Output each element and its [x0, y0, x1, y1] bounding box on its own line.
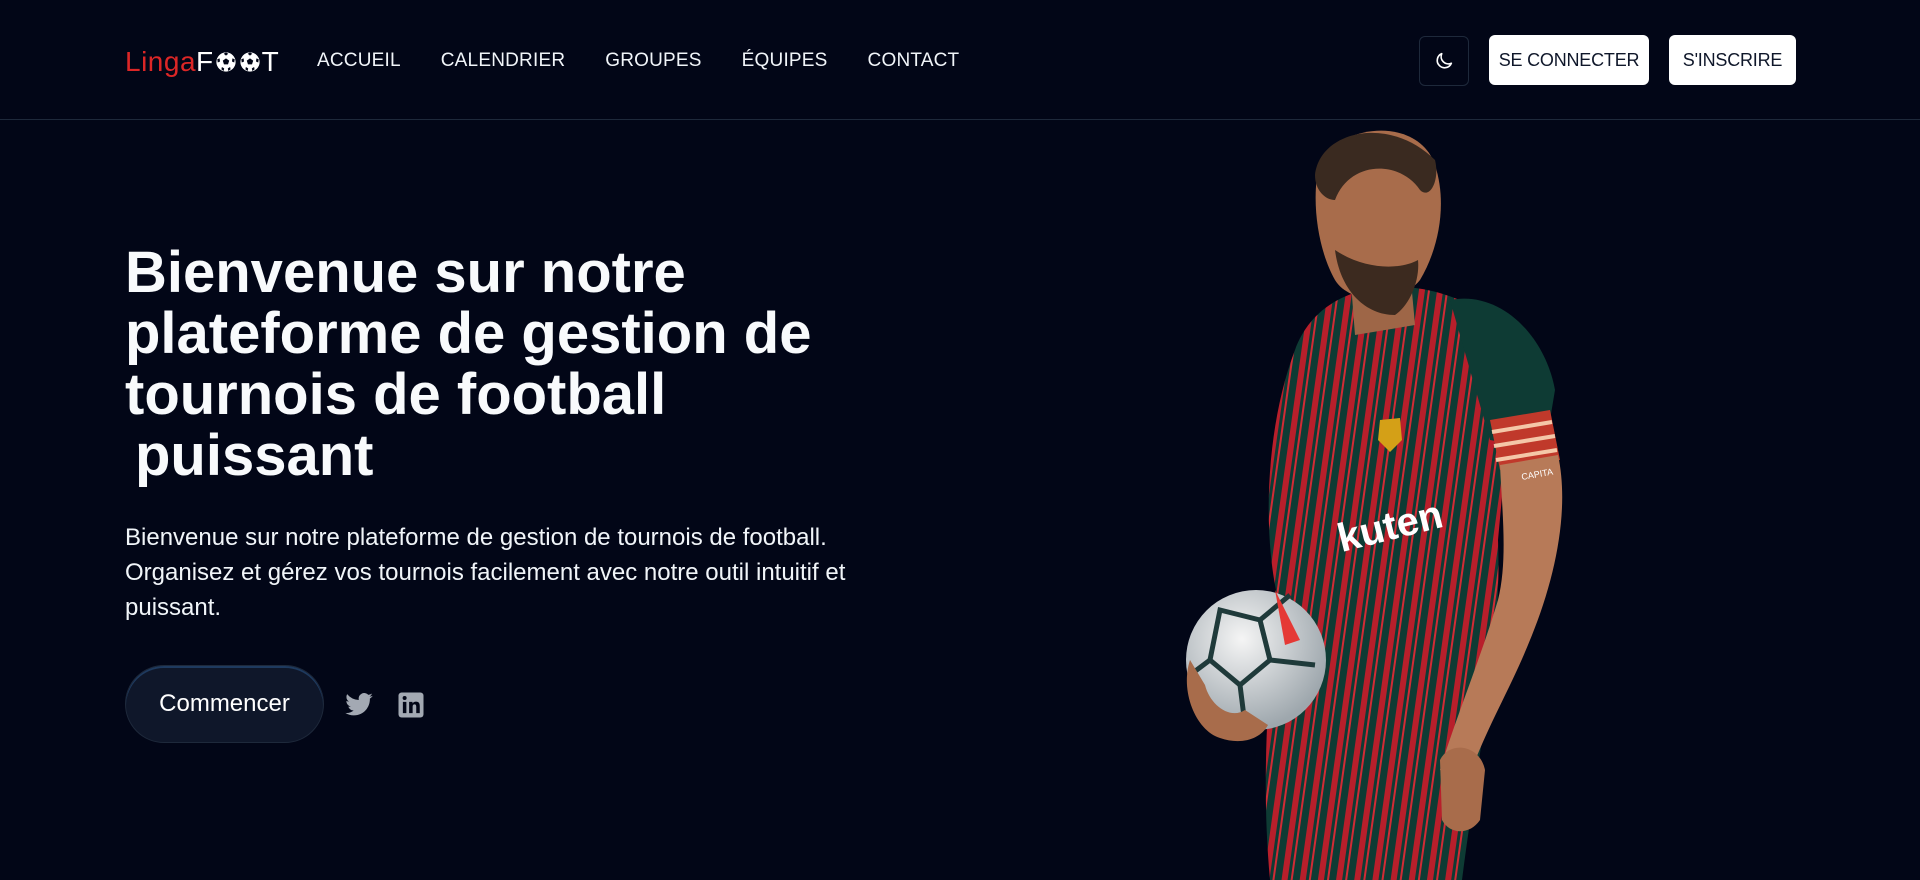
hero-description: Bienvenue sur notre plateforme de gestio… [125, 524, 846, 621]
theme-toggle-button[interactable] [1419, 36, 1469, 86]
nav-contact[interactable]: CONTACT [868, 49, 960, 73]
soccer-ball-icon [240, 52, 260, 72]
hero-title-line: puissant [135, 423, 374, 488]
hero-title-line: tournois de football [125, 362, 667, 427]
get-started-button[interactable]: Commencer [125, 665, 324, 743]
twitter-icon[interactable] [344, 690, 374, 720]
nav-calendrier[interactable]: CALENDRIER [441, 49, 565, 73]
nav-equipes[interactable]: ÉQUIPES [742, 49, 828, 73]
nav-accueil[interactable]: ACCUEIL [317, 49, 401, 73]
nav-groupes[interactable]: GROUPES [605, 49, 701, 73]
soccer-ball-icon [216, 52, 236, 72]
football-player-image: kuten CAPITA [1186, 130, 1563, 880]
site-logo[interactable]: Linga F T [125, 44, 279, 80]
logo-text-t: T [261, 46, 280, 77]
hero-title-line: Bienvenue sur notre [125, 240, 686, 305]
site-header: Linga F T ACCUEIL CALENDRIER GROUPES ÉQU… [0, 0, 1920, 120]
signup-button[interactable]: S'INSCRIRE [1669, 35, 1796, 85]
login-button[interactable]: SE CONNECTER [1489, 35, 1649, 85]
hero-title-line: plateforme de gestion de [125, 301, 812, 366]
logo-text-f: F [196, 46, 214, 77]
linkedin-icon[interactable] [396, 690, 426, 720]
page: Linga F T ACCUEIL CALENDRIER GROUPES ÉQU… [0, 0, 1920, 880]
main-nav: ACCUEIL CALENDRIER GROUPES ÉQUIPES CONTA… [317, 49, 999, 73]
logo-text-linga: Linga [125, 46, 197, 77]
moon-icon [1436, 52, 1453, 69]
hero-title: Bienvenue sur notre plateforme de gestio… [125, 242, 885, 486]
